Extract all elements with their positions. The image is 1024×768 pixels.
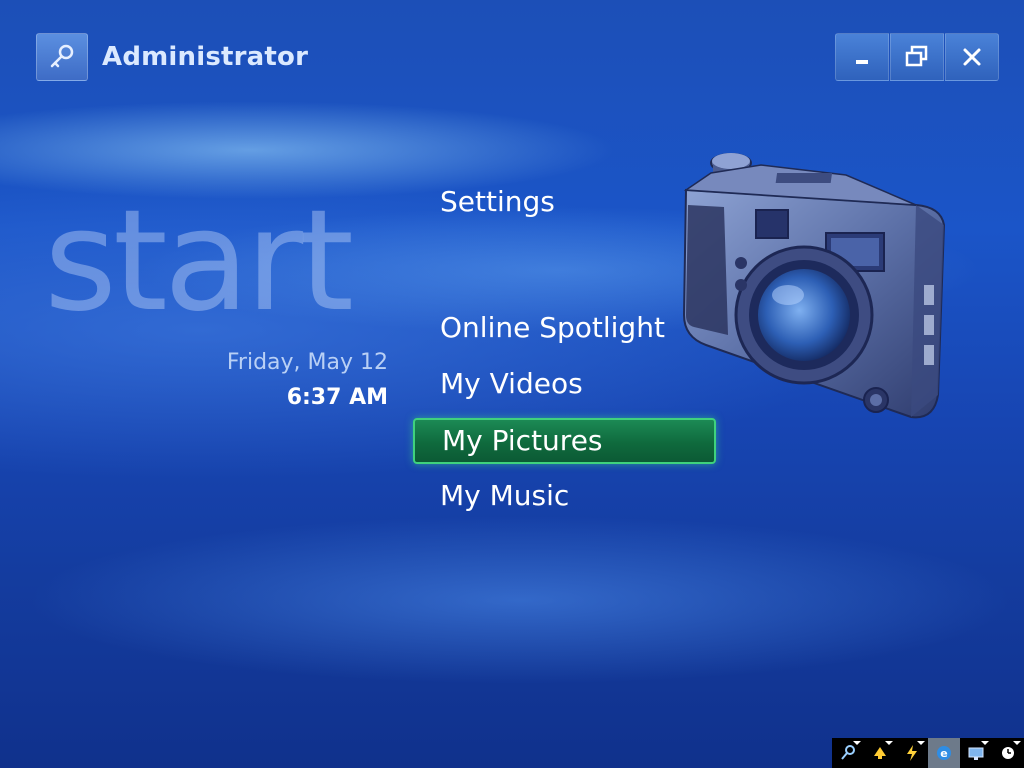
monitor-icon (968, 747, 984, 760)
tray-item-power[interactable] (896, 738, 928, 768)
time-text: 6:37 AM (286, 385, 388, 410)
close-button[interactable] (945, 33, 999, 81)
minimize-icon (856, 60, 868, 64)
window-controls (835, 33, 999, 81)
clock-icon (1002, 747, 1014, 759)
power-icon (907, 745, 917, 761)
username: Administrator (102, 42, 309, 72)
tray-item-internet-explorer[interactable]: e (928, 738, 960, 768)
restore-icon (905, 45, 928, 67)
menu-item-my-music[interactable]: My Music (440, 479, 569, 512)
tray-item-clock[interactable] (992, 738, 1024, 768)
tray-item-monitor[interactable] (960, 738, 992, 768)
internet-explorer-icon: e (937, 746, 951, 760)
menu-item-online-spotlight[interactable]: Online Spotlight (440, 311, 665, 344)
start-title: start (44, 180, 354, 343)
tray-item-network[interactable] (832, 738, 864, 768)
user-header: Administrator (36, 33, 308, 81)
restore-button[interactable] (890, 33, 944, 81)
camera-icon (682, 153, 946, 419)
network-icon (841, 745, 855, 760)
minimize-button[interactable] (835, 33, 889, 81)
menu-item-my-videos[interactable]: My Videos (440, 367, 583, 400)
menu-item-my-pictures[interactable]: My Pictures (413, 418, 716, 464)
svg-text:e: e (940, 747, 947, 760)
date-text: Friday, May 12 (226, 350, 388, 375)
system-tray: e (832, 738, 1024, 768)
menu-item-settings[interactable]: Settings (440, 185, 555, 218)
tray-item-notification[interactable] (864, 738, 896, 768)
key-icon (50, 44, 74, 68)
close-icon (963, 48, 981, 66)
user-tile[interactable] (36, 33, 88, 81)
notification-icon (874, 747, 886, 759)
